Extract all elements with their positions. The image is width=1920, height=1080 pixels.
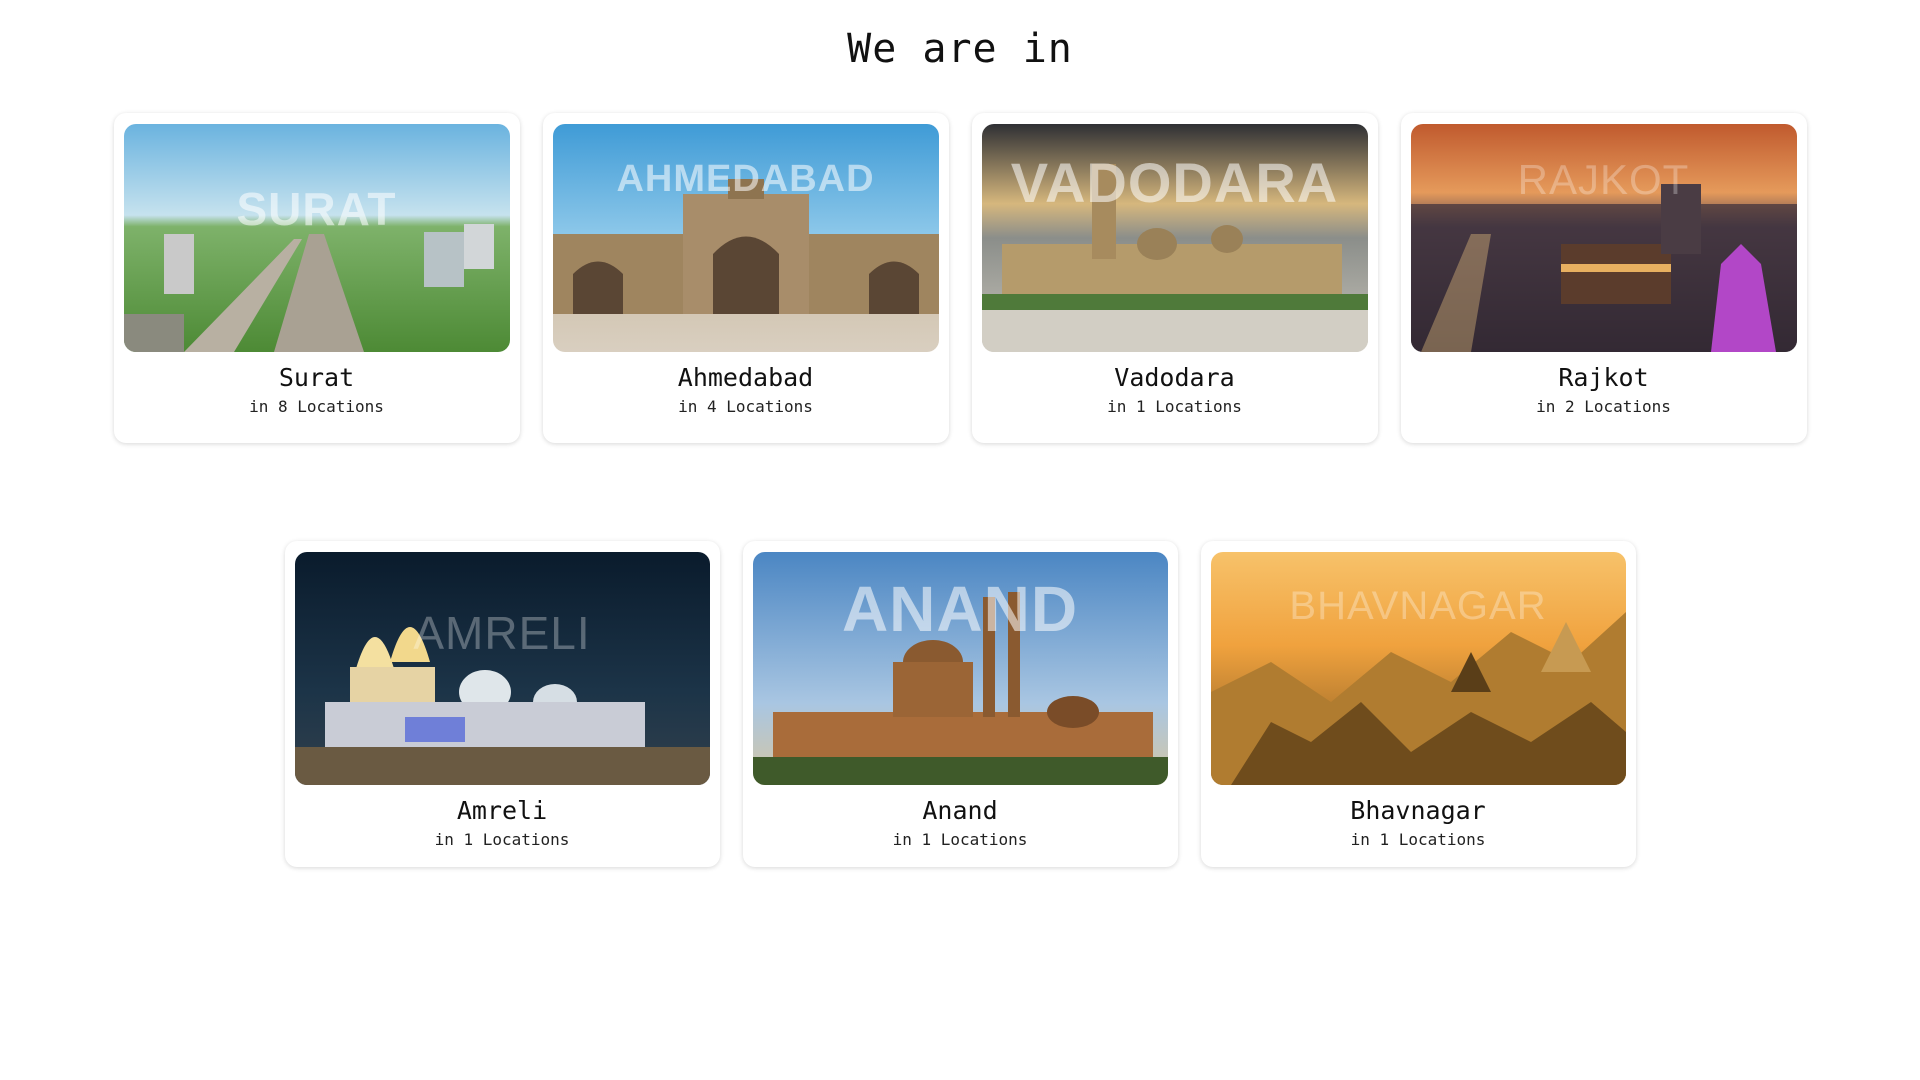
city-photo-amreli: AMRELI	[294, 552, 710, 785]
city-card-anand[interactable]: ANAND Anand in 1 Locations	[742, 541, 1178, 867]
city-location-count: in 1 Locations	[1350, 830, 1486, 849]
city-card-amreli[interactable]: AMRELI Amreli in 1 Locations	[284, 541, 720, 867]
city-row-2: AMRELI Amreli in 1 Locations ANAND Anand…	[0, 541, 1920, 867]
city-location-count: in 1 Locations	[1107, 397, 1242, 416]
city-photo-ahmedabad: AHMEDABAD	[552, 124, 939, 352]
city-card-surat[interactable]: SURAT Surat in 8 Locations	[113, 113, 520, 443]
city-name: Bhavnagar	[1350, 796, 1486, 825]
city-name: Vadodara	[1114, 363, 1235, 392]
city-location-count: in 4 Locations	[678, 397, 813, 416]
page-title: We are in	[847, 26, 1073, 72]
city-name: Ahmedabad	[677, 363, 814, 392]
city-photo-vadodara: VADODARA	[981, 124, 1368, 352]
city-card-ahmedabad[interactable]: AHMEDABAD Ahmedabad in 4 Locations	[542, 113, 949, 443]
city-row-1: SURAT Surat in 8 Locations AHMEDABAD Ahm…	[0, 113, 1920, 443]
city-name: Rajkot	[1558, 363, 1649, 392]
city-location-count: in 2 Locations	[1536, 397, 1671, 416]
city-location-count: in 8 Locations	[249, 397, 384, 416]
city-card-vadodara[interactable]: VADODARA Vadodara in 1 Locations	[971, 113, 1378, 443]
city-name: Amreli	[456, 796, 548, 825]
city-name: Surat	[278, 363, 355, 392]
city-location-count: in 1 Locations	[434, 830, 570, 849]
city-photo-surat: SURAT	[123, 124, 510, 352]
city-photo-rajkot: RAJKOT	[1410, 124, 1797, 352]
city-photo-anand: ANAND	[752, 552, 1168, 785]
city-photo-bhavnagar: BHAVNAGAR	[1210, 552, 1626, 785]
city-card-rajkot[interactable]: RAJKOT Rajkot in 2 Locations	[1400, 113, 1807, 443]
city-card-bhavnagar[interactable]: BHAVNAGAR Bhavnagar in 1 Locations	[1200, 541, 1636, 867]
city-name: Anand	[922, 796, 998, 825]
city-location-count: in 1 Locations	[892, 830, 1028, 849]
